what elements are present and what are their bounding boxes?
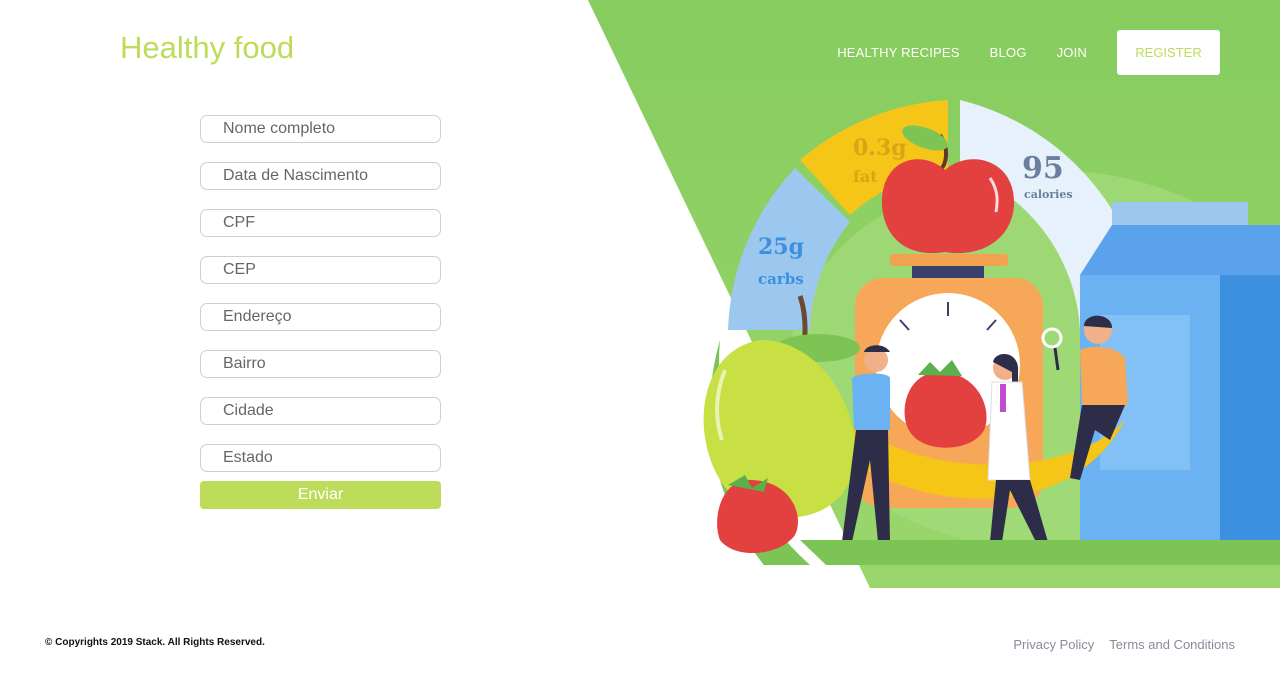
cpf-field[interactable]: [200, 209, 441, 237]
submit-button[interactable]: Enviar: [200, 481, 441, 509]
copyright-text: © Copyrights 2019 Stack. All Rights Rese…: [45, 637, 265, 648]
footer-links: Privacy Policy Terms and Conditions: [998, 637, 1235, 652]
address-field[interactable]: [200, 303, 441, 331]
cep-field[interactable]: [200, 256, 441, 284]
birth-date-field[interactable]: [200, 162, 441, 190]
full-name-field[interactable]: [200, 115, 441, 143]
logo[interactable]: Healthy food: [120, 30, 294, 66]
carbs-value: 25g: [758, 234, 804, 260]
state-field[interactable]: [200, 444, 441, 472]
city-field[interactable]: [200, 397, 441, 425]
fat-label: fat: [853, 167, 878, 186]
register-button[interactable]: REGISTER: [1117, 30, 1220, 75]
privacy-policy-link[interactable]: Privacy Policy: [1013, 637, 1094, 652]
registration-form: Enviar: [200, 115, 441, 509]
top-nav: HEALTHY RECIPES BLOG JOIN REGISTER: [837, 30, 1220, 75]
nutrition-illustration: 0.3g fat 25g carbs 95 calories: [703, 100, 1280, 565]
calories-label: calories: [1024, 188, 1073, 201]
nav-join[interactable]: JOIN: [1057, 45, 1087, 60]
calories-value: 95: [1022, 151, 1064, 186]
grass: [800, 540, 1280, 565]
fat-value: 0.3g: [853, 135, 907, 161]
neighborhood-field[interactable]: [200, 350, 441, 378]
terms-link[interactable]: Terms and Conditions: [1109, 637, 1235, 652]
carbs-label: carbs: [758, 270, 804, 288]
nav-blog[interactable]: BLOG: [990, 45, 1027, 60]
nav-healthy-recipes[interactable]: HEALTHY RECIPES: [837, 45, 959, 60]
